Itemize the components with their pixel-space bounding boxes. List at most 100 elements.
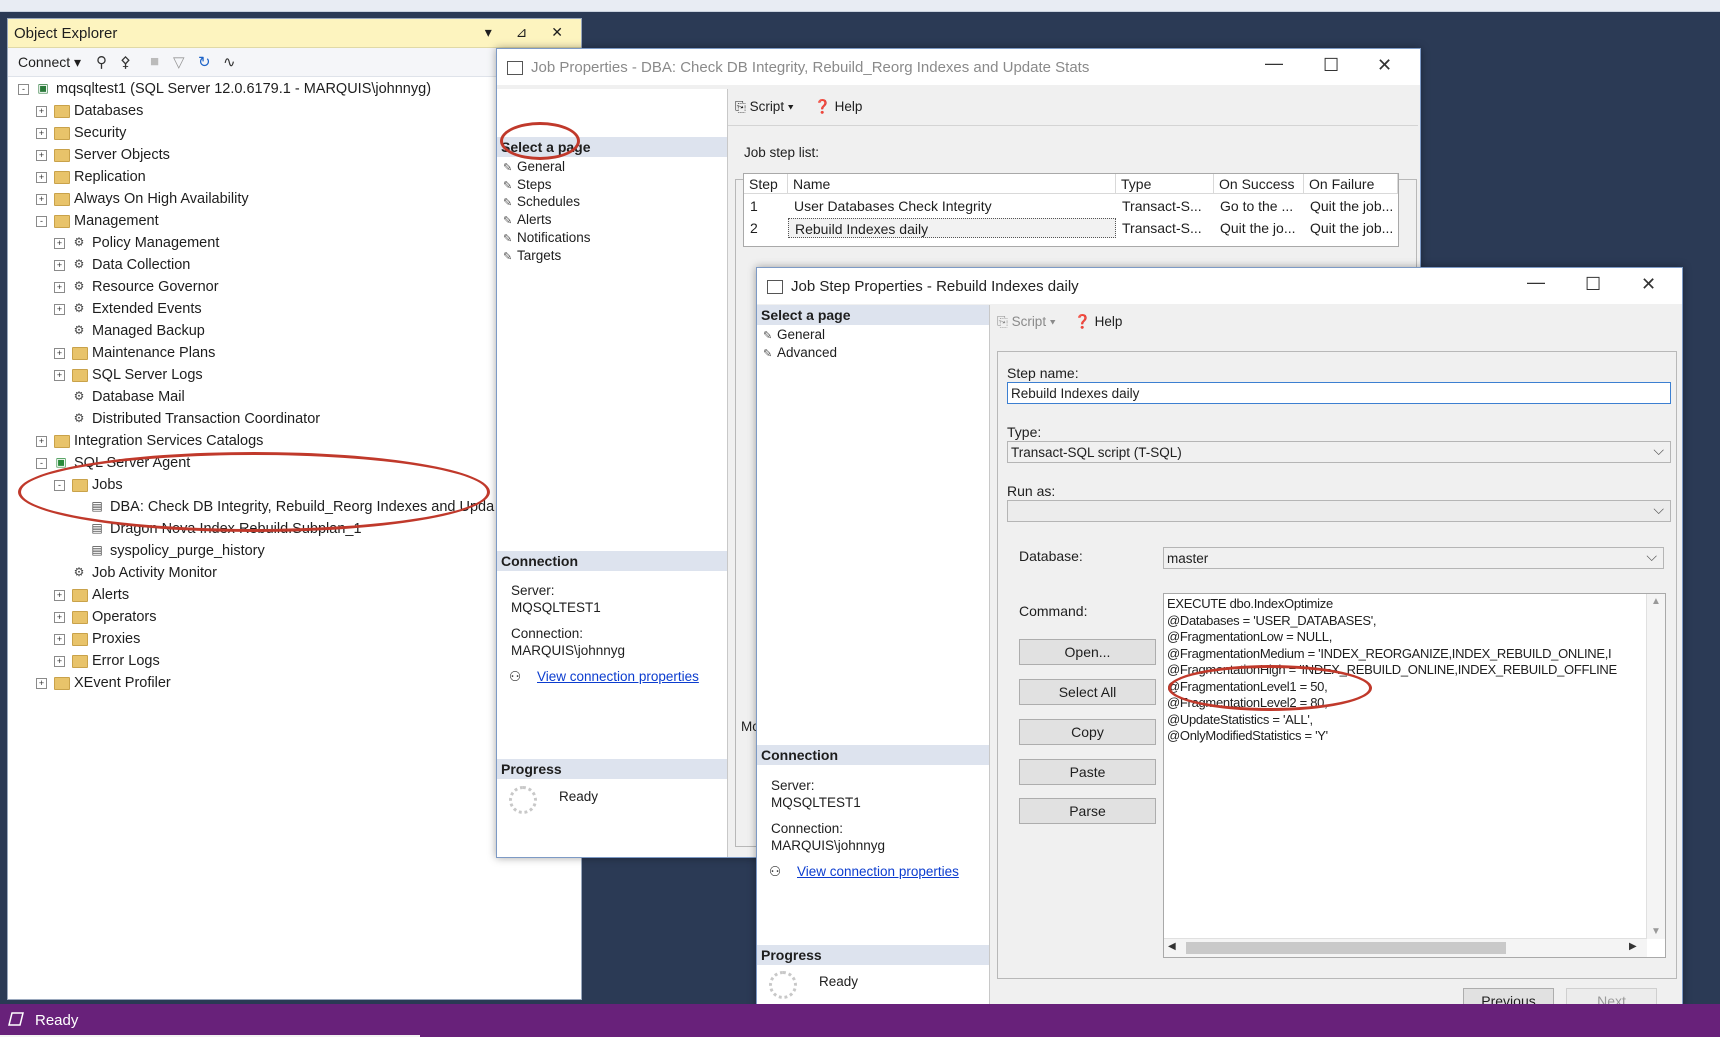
tree-item-label: Alerts <box>92 587 130 603</box>
page-general[interactable]: ✎ General <box>503 159 565 175</box>
job-properties-toolbar: ⎘ Script ▾ ❓ Help <box>728 89 1418 126</box>
collapse-icon[interactable]: - <box>36 216 47 227</box>
command-label: Command: <box>1019 603 1088 619</box>
page-steps-label: Steps <box>517 177 552 192</box>
table-row[interactable]: 1 User Databases Check Integrity Transact-… <box>744 196 1398 216</box>
open-button[interactable]: Open... <box>1019 639 1156 665</box>
folder-icon <box>72 655 88 668</box>
minimize-icon[interactable]: — <box>1527 272 1545 293</box>
help-icon: ❓ <box>814 99 831 114</box>
job-icon: ▤ <box>91 543 103 557</box>
expand-icon[interactable]: + <box>54 238 65 249</box>
expand-icon[interactable]: + <box>54 634 65 645</box>
activity-icon[interactable]: ∿ <box>223 53 236 71</box>
expand-icon[interactable]: + <box>36 678 47 689</box>
connection-icon: ⚇ <box>509 669 522 684</box>
column-header[interactable]: Name <box>788 174 1116 194</box>
expand-icon[interactable]: + <box>54 590 65 601</box>
node-icon: ⚙ <box>73 389 85 403</box>
status-bar: Ready <box>0 1004 1720 1037</box>
view-connection-properties-link[interactable]: View connection properties <box>797 864 959 879</box>
scroll-up-icon[interactable]: ▲ <box>1651 596 1661 607</box>
folder-icon <box>72 589 88 602</box>
annotation-ring-steps <box>500 122 580 160</box>
column-header[interactable]: On Failure <box>1304 174 1398 194</box>
page-schedules[interactable]: ✎ Schedules <box>503 194 580 210</box>
connect-icon[interactable]: ⚲ <box>96 53 107 71</box>
connect-dropdown[interactable]: Connect ▾ <box>18 54 81 71</box>
expand-icon[interactable]: + <box>36 172 47 183</box>
expand-icon[interactable]: + <box>54 282 65 293</box>
collapse-icon[interactable]: - <box>18 84 29 95</box>
help-button[interactable]: ❓ Help <box>814 99 862 115</box>
expand-icon[interactable]: + <box>54 656 65 667</box>
copy-button[interactable]: Copy <box>1019 719 1156 745</box>
paste-button[interactable]: Paste <box>1019 759 1156 785</box>
scroll-down-icon[interactable]: ▼ <box>1651 926 1661 937</box>
scroll-right-icon[interactable]: ▶ <box>1629 941 1637 952</box>
command-editor[interactable]: ▲ ▼ ◀ ▶ EXECUTE dbo.IndexOptimize @Databa… <box>1163 593 1666 958</box>
table-row[interactable]: 2 Rebuild Indexes daily Transact-S... Quit … <box>744 218 1398 238</box>
maximize-icon[interactable]: ☐ <box>1323 55 1339 76</box>
page-notifications[interactable]: ✎ Notifications <box>503 230 591 246</box>
job-icon: ▤ <box>91 521 103 535</box>
help-button[interactable]: ❓ Help <box>1074 314 1122 330</box>
run-as-label: Run as: <box>1007 483 1056 499</box>
page-alerts[interactable]: ✎ Alerts <box>503 212 552 228</box>
close-icon[interactable]: ✕ <box>1641 274 1656 295</box>
help-label: Help <box>834 99 863 114</box>
expand-icon[interactable]: + <box>36 128 47 139</box>
folder-icon <box>54 105 70 118</box>
expand-icon[interactable]: + <box>36 194 47 205</box>
page-advanced[interactable]: ✎ Advanced <box>763 345 837 361</box>
script-button[interactable]: ⎘ Script ▾ <box>735 99 794 115</box>
view-connection-properties-link[interactable]: View connection properties <box>537 669 699 684</box>
column-header[interactable]: Type <box>1116 174 1214 194</box>
vertical-scrollbar[interactable]: ▲ ▼ <box>1646 594 1665 939</box>
minimize-icon[interactable]: — <box>1265 53 1283 74</box>
step-name-input[interactable]: Rebuild Indexes daily <box>1007 382 1671 404</box>
expand-icon[interactable]: + <box>36 106 47 117</box>
tree-item-label: Maintenance Plans <box>92 345 216 361</box>
page-general[interactable]: ✎ General <box>763 327 825 343</box>
expand-icon[interactable]: + <box>54 260 65 271</box>
tree-item-label: Policy Management <box>92 235 220 251</box>
expand-icon[interactable]: + <box>54 348 65 359</box>
expand-icon[interactable]: + <box>36 150 47 161</box>
tree-item-label: syspolicy_purge_history <box>110 543 265 559</box>
expand-icon[interactable]: + <box>36 436 47 447</box>
expand-icon[interactable]: + <box>54 612 65 623</box>
expand-icon[interactable]: + <box>54 304 65 315</box>
refresh-icon[interactable]: ↻ <box>198 53 211 71</box>
server-label: Server: <box>771 778 815 793</box>
page-steps[interactable]: ✎ Steps <box>503 177 552 193</box>
run-as-select[interactable] <box>1007 498 1671 522</box>
script-button[interactable]: ⎘ Script ▾ <box>997 314 1056 330</box>
filter-icon[interactable]: ▽ <box>173 53 185 71</box>
tree-item-label: Error Logs <box>92 653 160 669</box>
command-line: @FragmentationMedium = 'INDEX_REORGANIZE… <box>1167 645 1612 661</box>
expand-icon[interactable]: + <box>54 370 65 381</box>
panel-window-buttons[interactable]: ▾ ⊿ ✕ <box>485 24 573 41</box>
maximize-icon[interactable]: ☐ <box>1585 274 1601 295</box>
select-all-button[interactable]: Select All <box>1019 679 1156 705</box>
column-header[interactable]: On Success <box>1214 174 1304 194</box>
wrench-icon: ✎ <box>503 197 513 209</box>
job-step-properties-dialog: Job Step Properties - Rebuild Indexes da… <box>756 267 1683 1034</box>
horizontal-scrollbar[interactable]: ◀ ▶ <box>1164 938 1647 957</box>
disconnect-icon[interactable]: ⚴ <box>120 53 131 71</box>
column-header[interactable]: Step <box>744 174 788 194</box>
wrench-icon: ✎ <box>503 233 513 245</box>
scroll-thumb[interactable] <box>1186 942 1506 954</box>
page-targets[interactable]: ✎ Targets <box>503 248 561 264</box>
database-select[interactable]: master <box>1163 545 1664 569</box>
collapse-icon[interactable]: - <box>36 458 47 469</box>
type-select[interactable]: Transact-SQL script (T-SQL) <box>1007 439 1671 463</box>
object-explorer-title: Object Explorer <box>14 25 118 42</box>
close-icon[interactable]: ✕ <box>1377 55 1392 76</box>
scroll-left-icon[interactable]: ◀ <box>1168 941 1176 952</box>
stop-icon[interactable]: ■ <box>150 53 159 70</box>
page-advanced-label: Advanced <box>777 345 838 360</box>
parse-button[interactable]: Parse <box>1019 798 1156 824</box>
folder-icon <box>54 435 70 448</box>
